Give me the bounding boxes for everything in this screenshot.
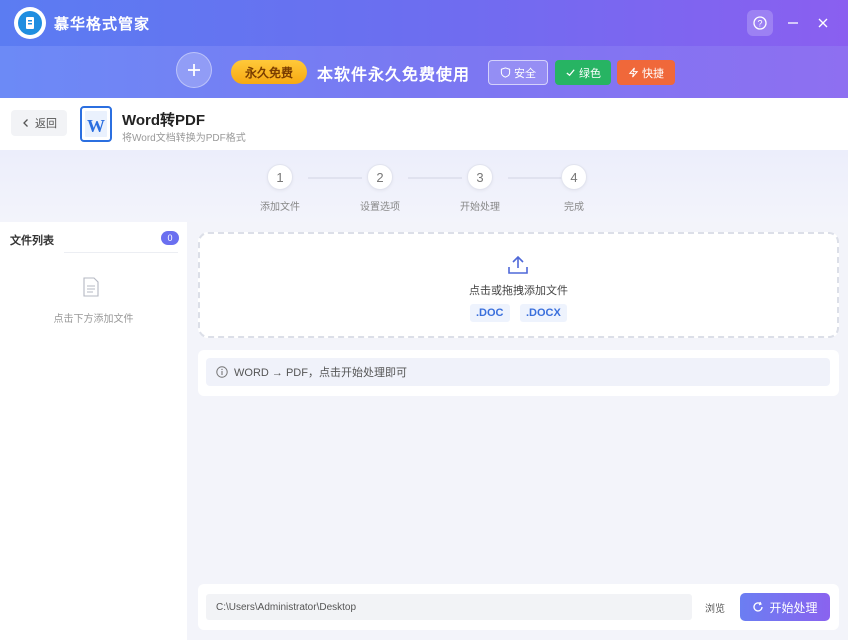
page-subtitle: 将Word文档转换为PDF格式 xyxy=(122,133,246,144)
output-path-input[interactable] xyxy=(206,594,692,620)
help-icon[interactable]: ? xyxy=(747,10,773,36)
green-tag: 绿色 xyxy=(555,60,611,85)
divider xyxy=(64,252,178,253)
promo-banner: 永久免费 本软件永久免费使用 安全 绿色 快捷 xyxy=(0,46,848,98)
info-message: WORD → PDF，点击开始处理即可 xyxy=(206,358,830,386)
empty-hint: 点击下方添加文件 xyxy=(53,314,134,325)
fast-tag-label: 快捷 xyxy=(642,67,664,80)
back-label: 返回 xyxy=(35,118,57,130)
stepper xyxy=(0,150,848,222)
start-process-button[interactable]: 开始处理 xyxy=(740,593,830,621)
fast-tag: 快捷 xyxy=(617,60,675,85)
page-title: Word转PDF xyxy=(122,112,206,129)
upload-icon xyxy=(508,255,528,274)
check-icon xyxy=(566,69,575,77)
step-2: 2 设置选项 xyxy=(340,164,420,213)
app-title: 慕华格式管家 xyxy=(54,16,151,33)
step-4: 4 完成 xyxy=(534,164,614,213)
info-icon xyxy=(216,366,228,378)
step-label: 设置选项 xyxy=(360,202,400,213)
svg-text:W: W xyxy=(87,116,105,136)
browse-button[interactable]: 浏览 xyxy=(698,594,732,620)
step-label: 完成 xyxy=(564,202,584,213)
svg-text:?: ? xyxy=(757,19,762,29)
free-badge: 永久免费 xyxy=(231,60,307,84)
app-logo-icon xyxy=(14,7,46,39)
step-label: 开始处理 xyxy=(460,202,500,213)
title-bar: 慕华格式管家 ? xyxy=(0,0,848,46)
word-doc-icon: W xyxy=(80,106,112,142)
file-list-title: 文件列表 xyxy=(10,235,54,247)
plus-icon[interactable] xyxy=(176,52,212,88)
file-list-panel: 文件列表 0 点击下方添加文件 xyxy=(0,222,187,640)
empty-file-icon xyxy=(83,277,99,297)
step-number: 1 xyxy=(267,164,293,190)
banner-text: 本软件永久免费使用 xyxy=(317,67,471,84)
info-text: WORD → PDF，点击开始处理即可 xyxy=(234,367,407,379)
close-icon[interactable] xyxy=(810,10,836,36)
minimize-icon[interactable] xyxy=(780,10,806,36)
green-tag-label: 绿色 xyxy=(579,67,601,80)
shield-icon xyxy=(500,67,511,78)
step-number: 2 xyxy=(367,164,393,190)
back-button[interactable]: 返回 xyxy=(11,110,67,136)
refresh-icon xyxy=(753,601,764,612)
file-count-badge: 0 xyxy=(161,231,179,245)
lightning-icon xyxy=(628,67,639,78)
step-number: 4 xyxy=(561,164,587,190)
step-3: 3 开始处理 xyxy=(440,164,520,213)
chevron-left-icon xyxy=(23,119,28,127)
output-bar: 浏览 开始处理 xyxy=(198,584,839,630)
extension-badge: .DOC xyxy=(470,304,510,322)
safe-tag: 安全 xyxy=(488,60,548,85)
start-label: 开始处理 xyxy=(769,600,818,615)
step-number: 3 xyxy=(467,164,493,190)
extension-badge: .DOCX xyxy=(520,304,567,322)
drop-hint: 点击或拖拽添加文件 xyxy=(469,285,568,297)
info-panel: WORD → PDF，点击开始处理即可 xyxy=(198,350,839,396)
drop-zone[interactable]: 点击或拖拽添加文件 .DOC .DOCX xyxy=(198,232,839,338)
step-1: 1 添加文件 xyxy=(240,164,320,213)
safe-tag-label: 安全 xyxy=(514,67,536,80)
step-label: 添加文件 xyxy=(260,202,300,213)
